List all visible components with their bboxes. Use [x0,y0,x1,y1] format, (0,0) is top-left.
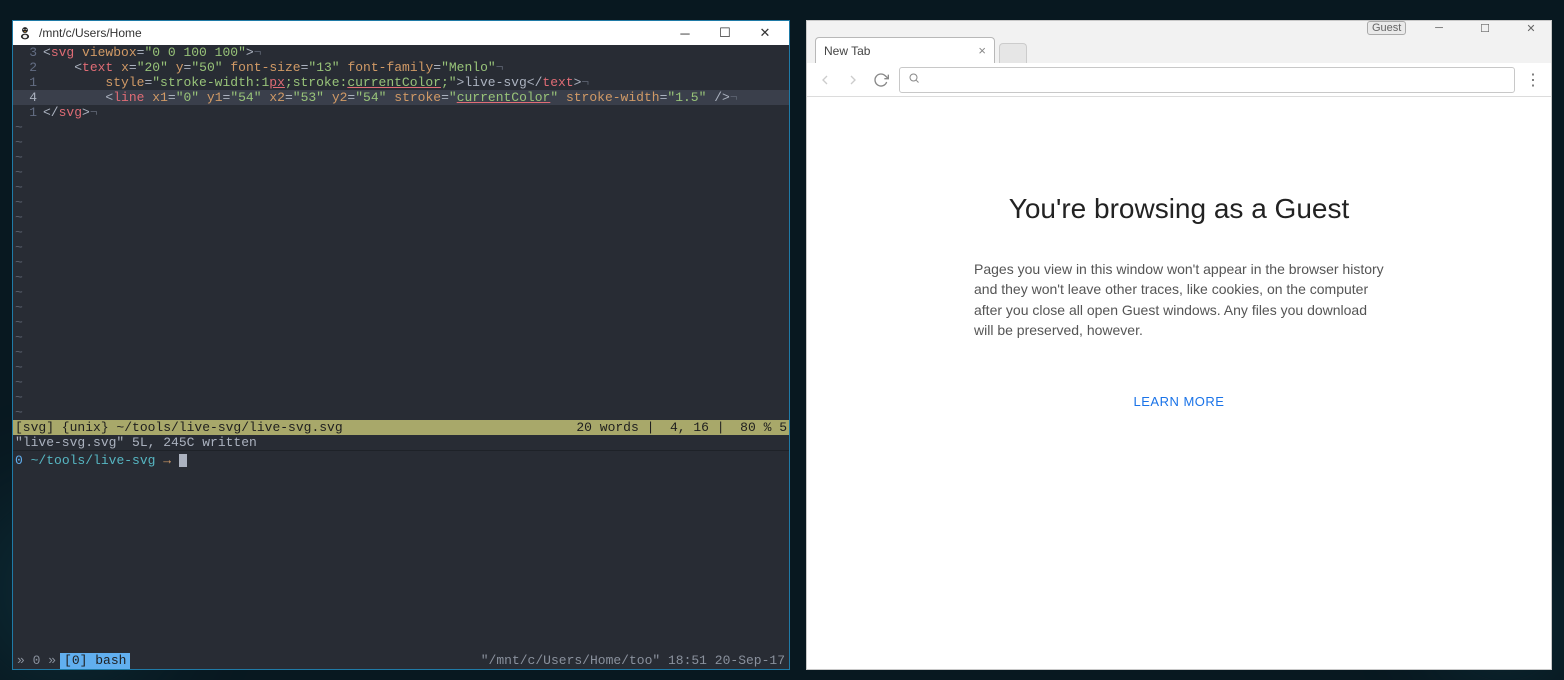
tmux-statusbar: » 0 »[0] bash "/mnt/c/Users/Home/too" 18… [13,653,789,669]
close-button[interactable]: ✕ [745,21,785,45]
code-line[interactable]: 2 <text x="20" y="50" font-size="13" fon… [13,60,789,75]
maximize-button[interactable]: ☐ [1471,21,1499,35]
empty-line: ~ [13,375,789,390]
code-line[interactable]: 1 style="stroke-width:1px;stroke:current… [13,75,789,90]
browser-chrome: Guest ─ ☐ ✕ New Tab × ⋮ [807,21,1551,97]
empty-line: ~ [13,225,789,240]
vim-editor[interactable]: 3 <svg viewbox="0 0 100 100">¬ 2 <text x… [13,45,789,420]
close-button[interactable]: ✕ [1517,21,1545,35]
code-line[interactable]: 1 </svg>¬ [13,105,789,120]
reload-icon[interactable] [871,70,891,90]
terminal-titlebar[interactable]: /mnt/c/Users/Home ─ ☐ ✕ [13,21,789,45]
forward-icon[interactable] [843,70,863,90]
minimize-button[interactable]: ─ [665,21,705,45]
menu-icon[interactable]: ⋮ [1523,70,1543,90]
shell-pane[interactable]: 0 ~/tools/live-svg → [13,450,789,653]
tab-new-tab[interactable]: New Tab × [815,37,995,63]
new-tab-button[interactable] [999,43,1027,63]
shell-prompt[interactable]: 0 ~/tools/live-svg → [13,453,789,468]
empty-line: ~ [13,360,789,375]
omnibox[interactable] [899,67,1515,93]
cursor-icon [179,454,187,467]
search-icon [908,72,920,87]
tabstrip: New Tab × [807,35,1551,63]
close-icon[interactable]: × [978,43,986,58]
guest-body: Pages you view in this window won't appe… [974,259,1384,340]
code-line[interactable]: 3 <svg viewbox="0 0 100 100">¬ [13,45,789,60]
guest-badge: Guest [1367,21,1406,35]
empty-line: ~ [13,180,789,195]
maximize-button[interactable]: ☐ [705,21,745,45]
empty-line: ~ [13,345,789,360]
empty-line: ~ [13,390,789,405]
empty-line: ~ [13,285,789,300]
toolbar: ⋮ [807,63,1551,97]
browser-content: You're browsing as a Guest Pages you vie… [807,97,1551,669]
tux-icon [17,25,33,41]
empty-line: ~ [13,150,789,165]
terminal-window: /mnt/c/Users/Home ─ ☐ ✕ 3 <svg viewbox="… [12,20,790,670]
back-icon[interactable] [815,70,835,90]
empty-line: ~ [13,135,789,150]
empty-line: ~ [13,255,789,270]
learn-more-link[interactable]: LEARN MORE [1134,394,1225,409]
minimize-button[interactable]: ─ [1425,21,1453,35]
empty-line: ~ [13,270,789,285]
code-line-current[interactable]: 4 <line x1="0" y1="54" x2="53" y2="54" s… [13,90,789,105]
empty-line: ~ [13,120,789,135]
omnibox-input[interactable] [926,72,1506,87]
empty-line: ~ [13,300,789,315]
vim-statusline: [svg] {unix} ~/tools/live-svg/live-svg.s… [13,420,789,435]
vim-message: "live-svg.svg" 5L, 245C written [13,435,789,450]
guest-heading: You're browsing as a Guest [1009,193,1350,225]
empty-line: ~ [13,315,789,330]
empty-line: ~ [13,210,789,225]
terminal-title: /mnt/c/Users/Home [39,26,665,40]
empty-line: ~ [13,195,789,210]
empty-line: ~ [13,405,789,420]
empty-line: ~ [13,165,789,180]
empty-line: ~ [13,240,789,255]
browser-window: Guest ─ ☐ ✕ New Tab × ⋮ You're browsing … [806,20,1552,670]
empty-line: ~ [13,330,789,345]
